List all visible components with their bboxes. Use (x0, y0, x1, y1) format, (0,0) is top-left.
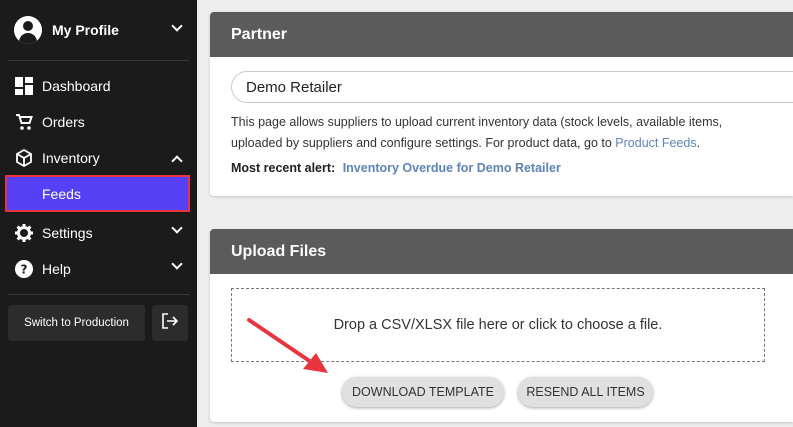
sidebar-divider (8, 60, 189, 61)
chevron-down-icon (171, 20, 183, 32)
card-header: Upload Files (210, 229, 793, 274)
account-circle-icon (14, 16, 42, 44)
partner-description: This page allows suppliers to upload cur… (231, 112, 793, 154)
file-dropzone[interactable]: Drop a CSV/XLSX file here or click to ch… (231, 288, 765, 362)
help-circle-icon: ? (14, 259, 34, 279)
recent-alert: Most recent alert: Inventory Overdue for… (231, 161, 561, 175)
chevron-down-icon (171, 222, 183, 234)
description-period: . (696, 136, 701, 150)
alert-label: Most recent alert: (231, 161, 336, 175)
sidebar-item-orders[interactable]: Orders (0, 107, 197, 137)
upload-files-card: Upload Files Drop a CSV/XLSX file here o… (210, 229, 793, 422)
profile-label: My Profile (52, 22, 119, 38)
box-icon (14, 148, 34, 168)
my-profile-menu[interactable]: My Profile (0, 0, 197, 60)
logout-button[interactable] (152, 305, 188, 341)
alert-link[interactable]: Inventory Overdue for Demo Retailer (343, 161, 561, 175)
sidebar-item-label: Orders (42, 114, 85, 130)
description-line: This page allows suppliers to upload cur… (231, 115, 723, 129)
svg-text:?: ? (21, 263, 28, 277)
chevron-down-icon (171, 258, 183, 270)
sidebar-item-label: Inventory (42, 150, 100, 166)
resend-all-items-button[interactable]: RESEND ALL ITEMS (518, 377, 653, 407)
gear-icon (14, 223, 34, 243)
card-header: Partner (210, 12, 793, 57)
description-line: uploaded by suppliers and configure sett… (231, 136, 612, 150)
partner-select[interactable]: Demo Retailer (231, 71, 793, 103)
sidebar-item-label: Help (42, 261, 71, 277)
sidebar-item-label: Settings (42, 225, 93, 241)
sidebar-item-settings[interactable]: Settings (0, 218, 197, 248)
dashboard-icon (14, 76, 34, 96)
sidebar-item-label: Dashboard (42, 78, 111, 94)
cart-icon (14, 112, 34, 132)
sidebar-divider (8, 294, 189, 295)
sidebar-item-inventory[interactable]: Inventory (0, 143, 197, 173)
sidebar: My Profile Dashboard Orders Inventory Fe… (0, 0, 197, 427)
sidebar-item-help[interactable]: ? Help (0, 254, 197, 284)
sidebar-item-dashboard[interactable]: Dashboard (0, 71, 197, 101)
switch-to-production-button[interactable]: Switch to Production (8, 305, 145, 341)
product-feeds-link[interactable]: Product Feeds (615, 136, 696, 150)
sidebar-item-label: Feeds (42, 185, 81, 202)
sidebar-item-feeds[interactable]: Feeds (5, 175, 190, 212)
download-template-button[interactable]: DOWNLOAD TEMPLATE (342, 377, 504, 407)
logout-icon (162, 312, 179, 334)
chevron-up-icon (171, 155, 183, 167)
partner-card: Partner Demo Retailer This page allows s… (210, 12, 793, 196)
